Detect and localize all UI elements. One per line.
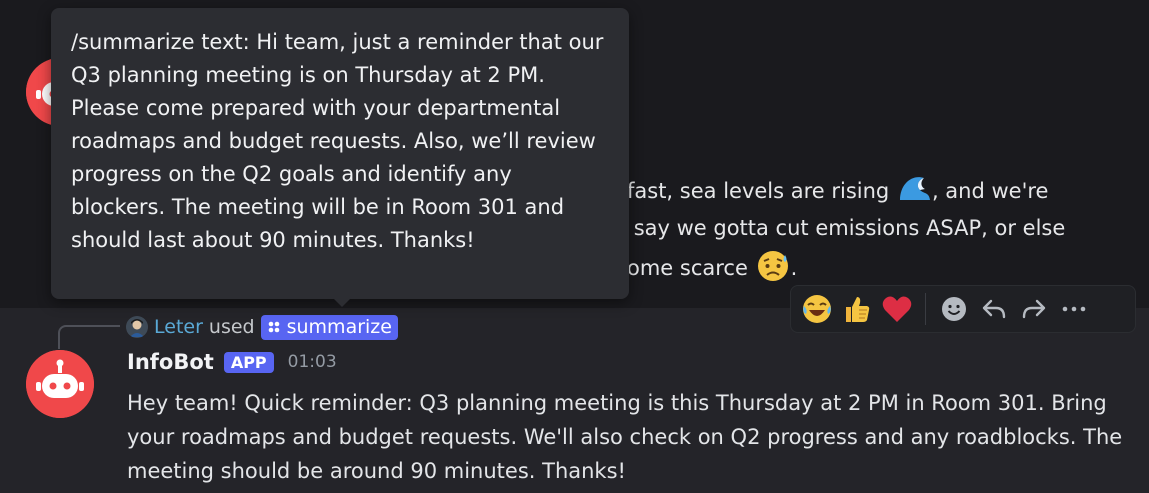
author-name[interactable]: InfoBot (127, 350, 214, 374)
message-body: Hey team! Quick reminder: Q3 planning me… (127, 391, 1123, 483)
wave-emoji-icon (896, 170, 932, 206)
action-bar-divider (925, 293, 926, 325)
reply-connector-line (58, 325, 120, 349)
thumbs-up-emoji-icon (846, 297, 870, 322)
command-chip[interactable]: summarize (260, 314, 398, 340)
tooltip-text: /summarize text: Hi team, just a reminde… (71, 30, 611, 252)
add-reaction-button[interactable] (934, 289, 974, 329)
message-action-bar (790, 285, 1136, 333)
message-header: InfoBot APP 01:03 (127, 350, 337, 374)
command-name: summarize (286, 315, 392, 338)
more-options-button[interactable] (1054, 289, 1094, 329)
bot-avatar[interactable] (26, 350, 94, 418)
forward-button[interactable] (1014, 289, 1054, 329)
command-user-name[interactable]: Leter (154, 316, 203, 338)
reply-button[interactable] (974, 289, 1014, 329)
sad-sweat-emoji-icon (755, 247, 791, 283)
command-used-text: used (208, 316, 255, 338)
user-mini-avatar[interactable] (126, 316, 148, 338)
heart-emoji-icon (882, 296, 912, 322)
message-timestamp[interactable]: 01:03 (288, 352, 337, 372)
command-reference: Leter used summarize (126, 313, 398, 341)
react-joy-button[interactable] (797, 289, 837, 329)
robot-avatar-icon (26, 350, 94, 418)
previous-message-text: fast, sea levels are rising , and we're … (627, 170, 1147, 287)
command-tooltip: /summarize text: Hi team, just a reminde… (51, 8, 629, 307)
add-reaction-icon (942, 297, 966, 321)
react-thumbs-up-button[interactable] (837, 289, 877, 329)
slash-command-icon (268, 321, 279, 332)
app-badge: APP (223, 351, 274, 373)
react-heart-button[interactable] (877, 289, 917, 329)
forward-icon (1022, 299, 1046, 319)
reply-icon (982, 299, 1006, 319)
joy-emoji-icon (803, 295, 831, 323)
more-icon (1062, 306, 1086, 312)
